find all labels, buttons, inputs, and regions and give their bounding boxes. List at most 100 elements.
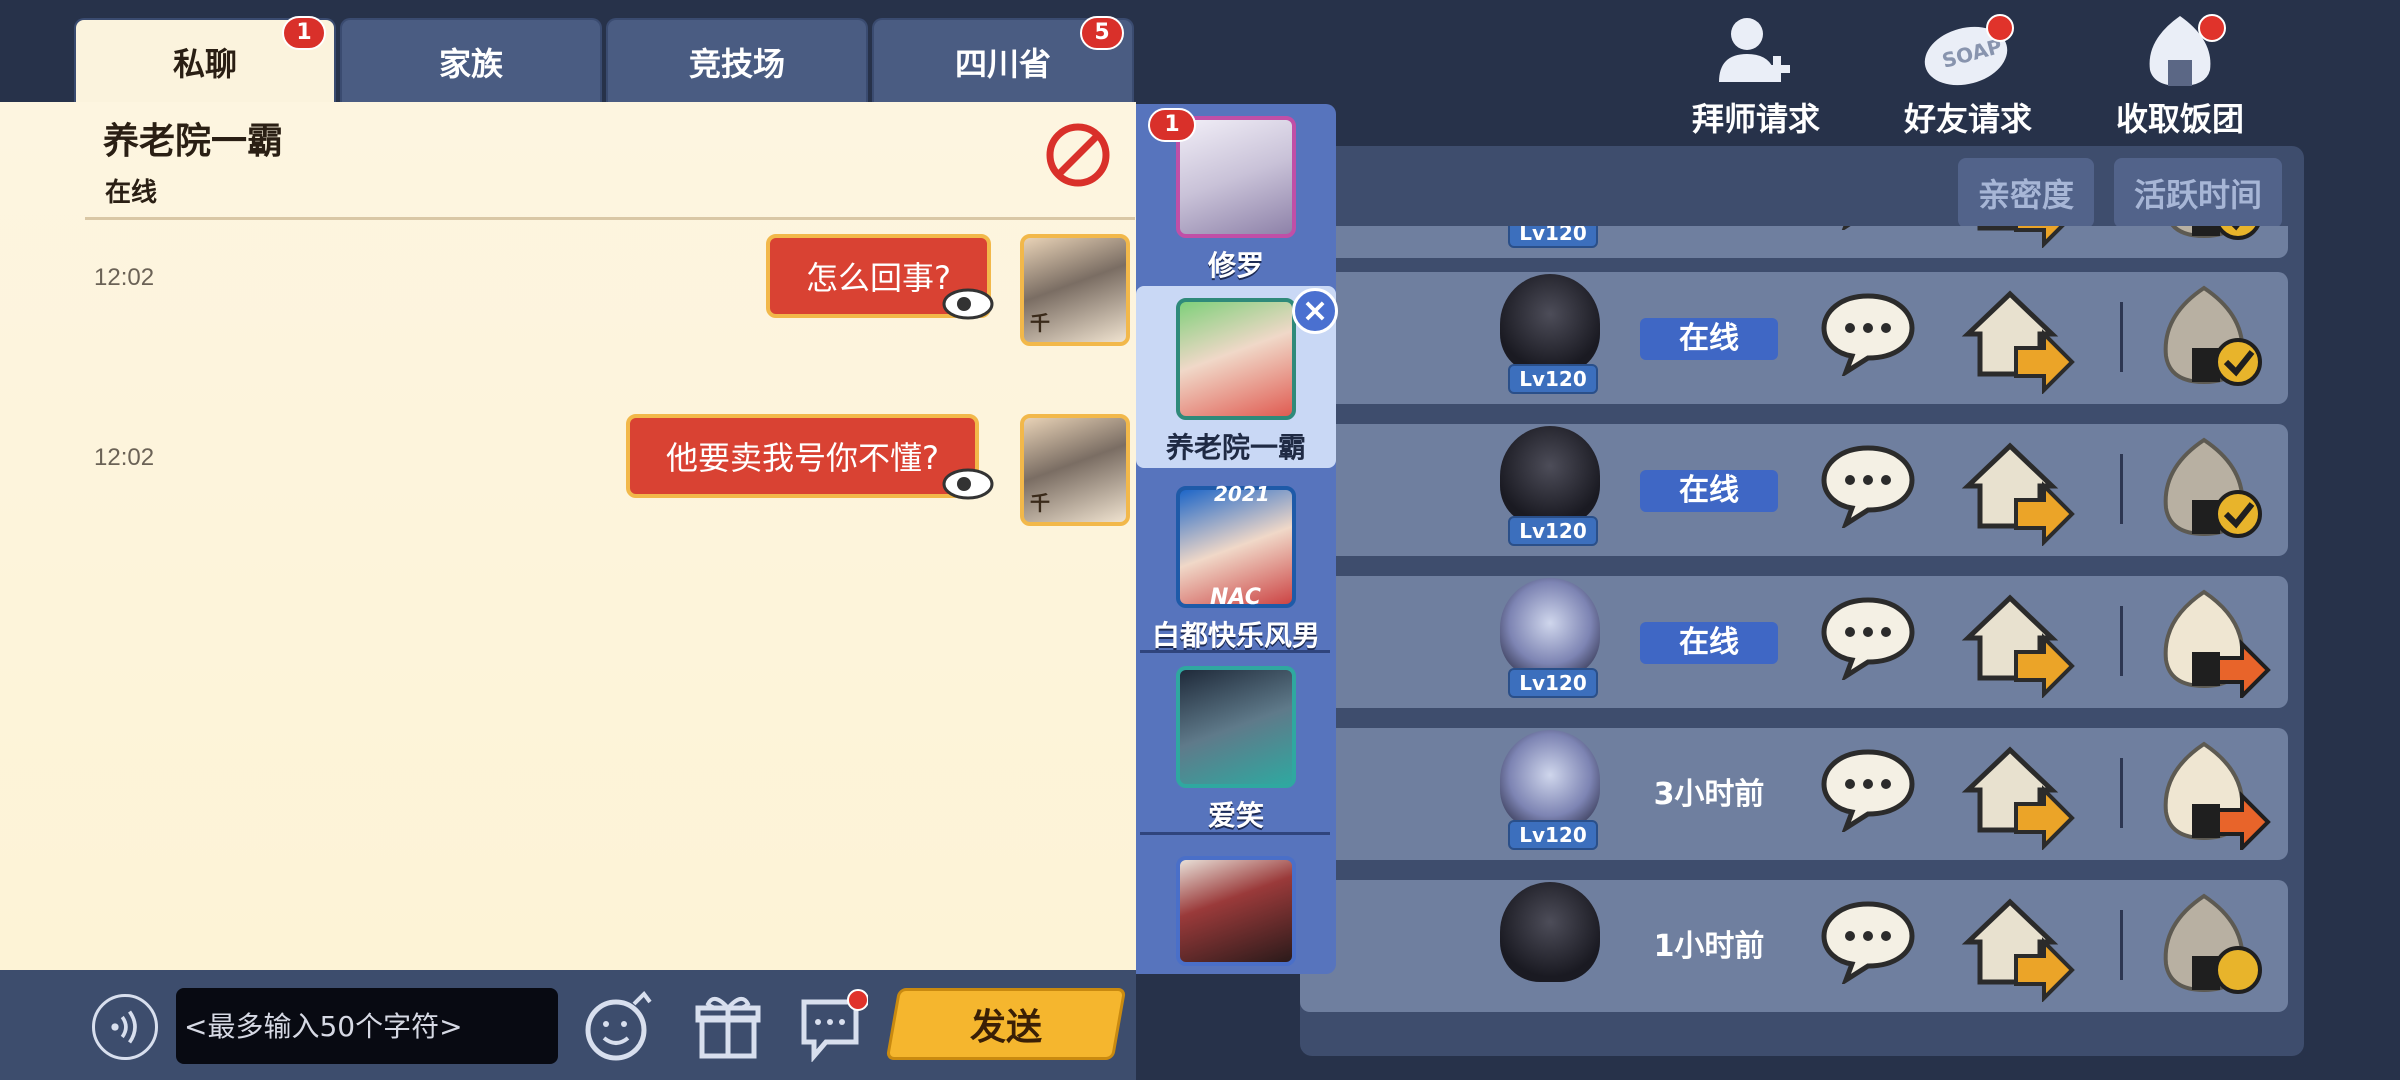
my-avatar[interactable]: 千 bbox=[1020, 234, 1130, 346]
row-divider bbox=[2120, 758, 2123, 828]
visit-home-icon[interactable] bbox=[1960, 740, 2076, 850]
quick-message-icon[interactable] bbox=[796, 988, 868, 1062]
send-label: 发送 bbox=[969, 1007, 1042, 1048]
level-badge: Lv120 bbox=[1508, 820, 1598, 850]
sort-active-time-button[interactable]: 活跃时间 bbox=[2114, 158, 2283, 228]
add-mentor-icon bbox=[1706, 10, 1806, 90]
contact-item[interactable] bbox=[1136, 844, 1336, 966]
tab-label: 家族 bbox=[438, 45, 503, 83]
contact-item[interactable]: 修罗 1 bbox=[1136, 104, 1336, 284]
unread-badge: 5 bbox=[1080, 16, 1124, 50]
tab-label: 私聊 bbox=[172, 45, 237, 83]
contact-name: 白都快乐风男 bbox=[1151, 619, 1320, 652]
contact-item[interactable]: 2021 NAC 白都快乐风男 bbox=[1136, 474, 1336, 654]
message-time: 12:02 bbox=[94, 444, 155, 471]
contact-divider bbox=[1140, 832, 1330, 835]
online-status: 在线 bbox=[1640, 318, 1778, 360]
chat-area: 养老院一霸 在线 12:02 怎么回事? 千 12:02 他要卖我号你不懂? 千 bbox=[0, 102, 1136, 970]
contact-name: 养老院一霸 bbox=[1165, 431, 1306, 464]
visit-home-icon[interactable] bbox=[1960, 588, 2076, 698]
contact-name: 修罗 bbox=[1207, 249, 1264, 282]
top-actions: 拜师请求 SOAP 好友请求 收取饭团 bbox=[1676, 10, 2260, 140]
rice-ball-collected-icon[interactable] bbox=[2152, 890, 2272, 1002]
friend-request-label: 好友请求 bbox=[1903, 100, 2032, 138]
contact-item-selected[interactable]: 养老院一霸 × bbox=[1136, 286, 1338, 468]
chat-bubble-icon[interactable] bbox=[1820, 748, 1916, 832]
read-receipt-icon bbox=[942, 468, 994, 500]
level-badge: Lv120 bbox=[1508, 668, 1598, 698]
friend-row[interactable]: Lv120 在线 bbox=[1300, 226, 2288, 258]
contact-avatar bbox=[1176, 856, 1296, 966]
friend-row[interactable]: Lv120 在线 bbox=[1300, 576, 2288, 708]
row-divider bbox=[2120, 606, 2123, 676]
visit-home-icon[interactable] bbox=[1960, 226, 2076, 248]
visit-home-icon[interactable] bbox=[1960, 284, 2076, 394]
contact-list: 修罗 1 养老院一霸 × 2021 NAC 白都快乐风男 爱笑 bbox=[1136, 104, 1338, 974]
level-badge: Lv120 bbox=[1508, 364, 1598, 394]
message-text: 怎么回事? bbox=[806, 259, 951, 297]
send-rice-ball-icon[interactable] bbox=[2152, 738, 2272, 850]
unread-badge: 1 bbox=[1148, 108, 1196, 142]
contact-name: 爱笑 bbox=[1207, 799, 1264, 832]
friend-avatar bbox=[1500, 274, 1600, 374]
soap-friend-request-icon: SOAP bbox=[1918, 10, 2018, 90]
friend-avatar bbox=[1500, 426, 1600, 526]
message-bubble[interactable]: 他要卖我号你不懂? bbox=[626, 414, 979, 498]
friend-row[interactable]: Lv120 在线 bbox=[1300, 272, 2288, 404]
avatar-nac-tag: NAC bbox=[1210, 585, 1261, 610]
chat-bubble-icon[interactable] bbox=[1820, 444, 1916, 528]
block-user-icon[interactable] bbox=[1045, 122, 1111, 188]
rice-ball-icon bbox=[2130, 10, 2230, 90]
level-badge: Lv120 bbox=[1508, 226, 1598, 248]
tab-family[interactable]: 家族 bbox=[340, 18, 602, 104]
rice-ball-collected-icon[interactable] bbox=[2152, 434, 2272, 546]
online-status: 在线 bbox=[1640, 622, 1778, 664]
tab-arena[interactable]: 竞技场 bbox=[606, 18, 868, 104]
mentor-request-button[interactable]: 拜师请求 bbox=[1676, 10, 1836, 140]
chat-bubble-icon[interactable] bbox=[1820, 900, 1916, 984]
chat-bubble-icon[interactable] bbox=[1820, 596, 1916, 680]
last-seen-text: 1小时前 bbox=[1653, 929, 1765, 964]
close-chat-icon[interactable]: × bbox=[1292, 288, 1338, 334]
chat-bubble-icon[interactable] bbox=[1820, 226, 1916, 230]
tab-province[interactable]: 四川省 5 bbox=[872, 16, 1134, 104]
send-button[interactable]: 发送 bbox=[885, 988, 1127, 1060]
friend-row[interactable]: Lv120 在线 bbox=[1300, 424, 2288, 556]
friend-request-button[interactable]: SOAP 好友请求 bbox=[1888, 10, 2048, 140]
sort-intimacy-button[interactable]: 亲密度 bbox=[1958, 158, 2095, 228]
voice-input-icon[interactable] bbox=[92, 994, 158, 1060]
input-bar: 发送 bbox=[0, 970, 1136, 1080]
row-divider bbox=[2120, 302, 2123, 372]
visit-home-icon[interactable] bbox=[1960, 892, 2076, 1002]
my-avatar[interactable]: 千 bbox=[1020, 414, 1130, 526]
friend-row[interactable]: Lv120 3小时前 bbox=[1300, 728, 2288, 860]
collect-rice-ball-button[interactable]: 收取饭团 bbox=[2100, 10, 2260, 140]
friend-list: Lv120 在线 Lv120 在线 Lv120 在线 Lv120 在线 Lv12 bbox=[1300, 226, 2290, 1014]
contact-avatar bbox=[1176, 298, 1296, 420]
message-time: 12:02 bbox=[94, 264, 155, 291]
level-badge: Lv120 bbox=[1508, 516, 1598, 546]
read-receipt-icon bbox=[942, 288, 994, 320]
emoji-icon[interactable] bbox=[584, 988, 656, 1062]
message-input[interactable] bbox=[176, 988, 558, 1064]
friend-row[interactable]: 1小时前 bbox=[1300, 880, 2288, 1012]
visit-home-icon[interactable] bbox=[1960, 436, 2076, 546]
tab-label: 四川省 bbox=[954, 45, 1051, 83]
friend-avatar bbox=[1500, 882, 1600, 982]
unread-badge: 1 bbox=[282, 16, 326, 50]
mentor-request-label: 拜师请求 bbox=[1691, 100, 1820, 138]
contact-avatar bbox=[1176, 116, 1296, 238]
row-divider bbox=[2120, 454, 2123, 524]
row-divider bbox=[2120, 910, 2123, 980]
send-rice-ball-icon[interactable] bbox=[2152, 586, 2272, 698]
chat-header: 养老院一霸 在线 bbox=[85, 102, 1135, 220]
chat-bubble-icon[interactable] bbox=[1820, 292, 1916, 376]
rice-ball-collected-icon[interactable] bbox=[2152, 226, 2272, 248]
friend-avatar bbox=[1500, 730, 1600, 830]
rice-ball-collected-icon[interactable] bbox=[2152, 282, 2272, 394]
gift-icon[interactable] bbox=[692, 988, 764, 1062]
peer-status: 在线 bbox=[105, 178, 158, 208]
contact-item[interactable]: 爱笑 bbox=[1136, 654, 1336, 834]
tab-private-chat[interactable]: 私聊 1 bbox=[74, 16, 336, 104]
avatar-year-tag: 2021 bbox=[1214, 482, 1270, 506]
